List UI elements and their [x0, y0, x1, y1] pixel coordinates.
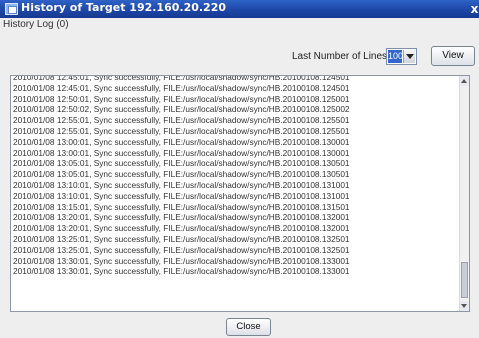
log-line: 2010/01/08 12:55:01, Sync successfully, … [13, 125, 350, 136]
log-line: 2010/01/08 12:45:01, Sync successfully, … [13, 75, 350, 82]
log-line: 2010/01/08 13:25:01, Sync successfully, … [13, 233, 350, 244]
close-window-icon[interactable]: x [470, 2, 479, 16]
log-list: 2010/01/08 12:45:01, Sync successfully, … [13, 75, 459, 277]
log-line: 2010/01/08 13:30:01, Sync successfully, … [13, 266, 350, 277]
chevron-down-icon[interactable] [403, 50, 415, 63]
scroll-up-icon[interactable] [460, 76, 469, 86]
log-text-area[interactable]: 2010/01/08 12:45:01, Sync successfully, … [10, 75, 470, 312]
vertical-scrollbar[interactable] [459, 76, 469, 311]
history-log-label: History Log (0) [3, 19, 69, 30]
log-line: 2010/01/08 12:55:01, Sync successfully, … [13, 115, 350, 126]
view-button[interactable]: View [431, 46, 475, 66]
log-line: 2010/01/08 13:20:01, Sync successfully, … [13, 212, 350, 223]
scroll-thumb[interactable] [461, 262, 468, 298]
log-line: 2010/01/08 13:10:01, Sync successfully, … [13, 179, 350, 190]
log-line: 2010/01/08 13:05:01, Sync successfully, … [13, 158, 350, 169]
log-line: 2010/01/08 13:20:01, Sync successfully, … [13, 223, 350, 234]
close-button[interactable]: Close [226, 318, 271, 336]
history-dialog: History of Target 192.160.20.220 x Histo… [0, 0, 479, 338]
log-line: 2010/01/08 12:50:01, Sync successfully, … [13, 93, 350, 104]
log-line: 2010/01/08 13:15:01, Sync successfully, … [13, 201, 350, 212]
window-title: History of Target 192.160.20.220 [21, 1, 227, 14]
log-line: 2010/01/08 13:30:01, Sync successfully, … [13, 255, 350, 266]
log-line: 2010/01/08 12:45:01, Sync successfully, … [13, 82, 350, 93]
log-line: 2010/01/08 13:10:01, Sync successfully, … [13, 190, 350, 201]
log-line: 2010/01/08 13:00:01, Sync successfully, … [13, 147, 350, 158]
lines-select-value[interactable]: 100 [388, 50, 403, 63]
lines-select[interactable]: 100 [386, 48, 417, 65]
title-bar[interactable]: History of Target 192.160.20.220 x [0, 0, 479, 18]
lines-label: Last Number of Lines [292, 51, 388, 62]
window-icon [5, 3, 18, 15]
scroll-down-icon[interactable] [460, 301, 469, 311]
log-line: 2010/01/08 13:00:01, Sync successfully, … [13, 136, 350, 147]
log-line: 2010/01/08 13:05:01, Sync successfully, … [13, 169, 350, 180]
log-line: 2010/01/08 12:50:02, Sync successfully, … [13, 104, 350, 115]
log-line: 2010/01/08 13:25:01, Sync successfully, … [13, 244, 350, 255]
